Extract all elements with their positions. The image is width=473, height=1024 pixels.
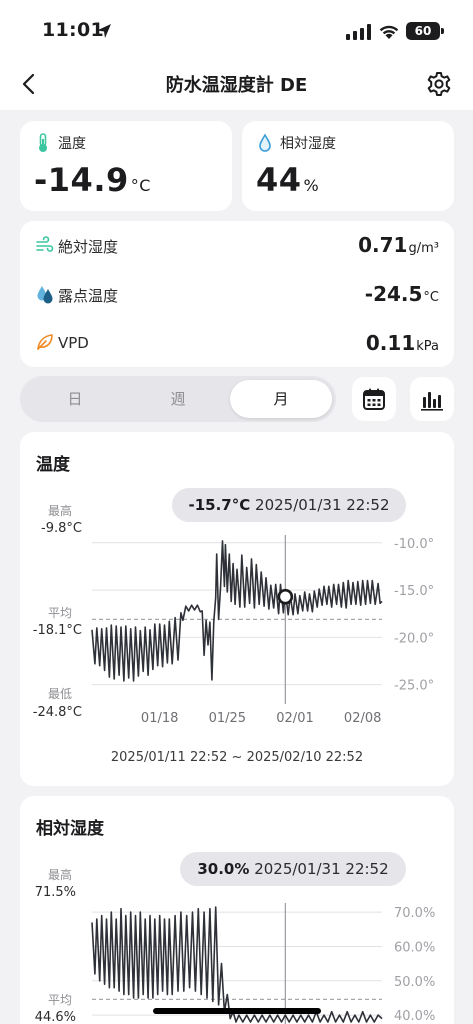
temperature-date-range: 2025/01/11 22:52 ~ 2025/02/10 22:52	[110, 750, 364, 765]
vpd-value: 0.11kPa	[366, 331, 439, 355]
x-tick-label: 02/01	[276, 711, 313, 726]
x-tick-label: 01/18	[141, 711, 178, 726]
temperature-line-chart[interactable]: -10.0° -15.0° -20.0° -25.0° 01/18 01/25 02/01 0…	[20, 432, 454, 786]
vpd-label: VPD	[58, 334, 89, 352]
humidity-label: 相対湿度	[280, 136, 336, 152]
battery-level: 60	[414, 24, 432, 38]
temperature-number: -14.9	[34, 161, 129, 199]
dew-point-number: -24.5	[364, 282, 423, 306]
dew-point-value: -24.5°C	[365, 282, 439, 306]
calendar-icon	[363, 388, 385, 410]
wind-icon	[36, 236, 54, 252]
y-tick-label: -10.0°	[394, 537, 434, 552]
battery-cap	[441, 28, 444, 34]
dew-point-unit: °C	[423, 290, 439, 305]
temperature-card: 温度 -14.9 °C	[20, 121, 232, 211]
dew-point-label: 露点温度	[58, 287, 119, 305]
x-tick-label: 01/25	[209, 711, 246, 726]
absolute-humidity-number: 0.71	[358, 233, 408, 257]
calendar-button[interactable]	[352, 377, 396, 421]
temperature-value: -14.9 °C	[34, 161, 151, 199]
series-line	[91, 906, 383, 1023]
tab-week[interactable]: 週	[127, 380, 229, 418]
vpd-number: 0.11	[365, 331, 416, 355]
y-tick-label: 50.0%	[394, 975, 435, 990]
temperature-chart-card: 温度 -15.7°C 2025/01/31 22:52 最高 -9.8°C 平均…	[20, 432, 454, 786]
location-arrow-icon	[97, 24, 111, 38]
y-tick-label: -15.0°	[394, 584, 434, 599]
y-tick-label: -20.0°	[394, 631, 434, 646]
y-tick-label: 70.0%	[394, 906, 435, 921]
bar-chart-button[interactable]	[410, 377, 454, 421]
bar-chart-icon	[421, 392, 443, 411]
y-tick-label: -25.0°	[394, 679, 434, 694]
page-title: 防水温湿度計 DE	[165, 75, 308, 96]
status-time: 11:01	[42, 19, 104, 41]
nav-bar: 防水温湿度計 DE	[0, 58, 473, 110]
humidity-chart-card: 相対湿度 30.0% 2025/01/31 22:52 最高 71.5% 平均 …	[20, 796, 454, 1024]
water-drop-icon	[259, 133, 271, 152]
humidity-card: 相対湿度 44%	[242, 121, 454, 211]
status-bar: 11:01 60	[0, 0, 473, 58]
humidity-number: 44	[256, 161, 302, 199]
y-tick-label: 60.0%	[394, 940, 435, 955]
selected-point-marker	[277, 588, 294, 605]
absolute-humidity-label: 絶対湿度	[58, 238, 119, 256]
humidity-unit: %	[303, 176, 320, 195]
home-indicator	[153, 1008, 321, 1014]
x-tick-label: 02/08	[344, 711, 381, 726]
settings-gear-icon[interactable]	[426, 71, 452, 97]
y-tick-label: 40.0%	[394, 1009, 435, 1024]
temperature-label: 温度	[58, 136, 86, 152]
vpd-unit: kPa	[416, 339, 439, 354]
series-line	[91, 540, 383, 682]
cellular-signal-icon	[346, 24, 371, 40]
dew-point-icon	[37, 286, 53, 304]
tab-month[interactable]: 月	[230, 380, 332, 418]
absolute-humidity-unit: g/m³	[408, 241, 439, 256]
wifi-icon	[379, 25, 399, 39]
thermometer-icon	[39, 133, 47, 152]
leaf-icon	[37, 334, 53, 350]
tab-day[interactable]: 日	[24, 380, 126, 418]
absolute-humidity-value: 0.71g/m³	[358, 233, 439, 257]
temperature-unit: °C	[130, 176, 151, 195]
humidity-value: 44%	[256, 161, 319, 199]
humidity-line-chart[interactable]: 70.0% 60.0% 50.0% 40.0%	[20, 796, 454, 1024]
period-segmented-control: 日 週 月	[20, 376, 336, 422]
battery-indicator: 60	[406, 22, 444, 40]
